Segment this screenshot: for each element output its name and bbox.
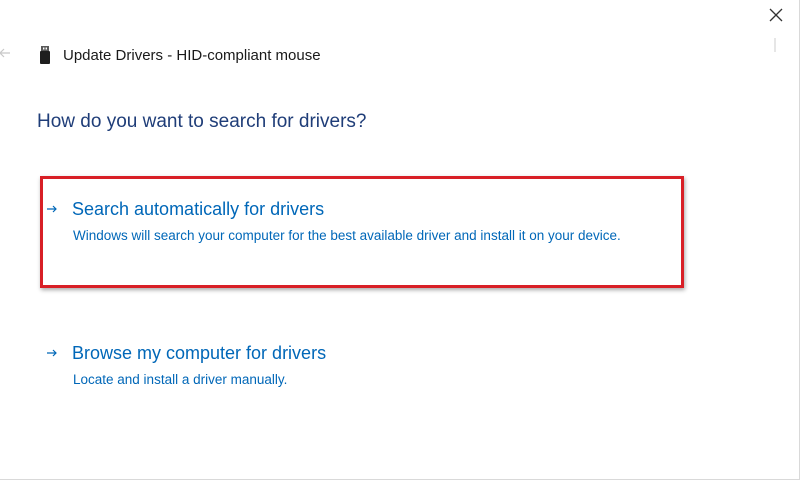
close-button[interactable]	[761, 2, 791, 28]
search-automatically-title[interactable]: Search automatically for drivers	[72, 199, 324, 220]
search-automatically-description: Windows will search your computer for th…	[73, 228, 621, 243]
back-button[interactable]	[0, 44, 12, 62]
scroll-indicator[interactable]	[774, 38, 777, 52]
window-title: Update Drivers - HID-compliant mouse	[63, 46, 321, 64]
close-icon	[769, 8, 783, 22]
page-heading: How do you want to search for drivers?	[37, 111, 367, 132]
back-arrow-icon	[0, 48, 10, 58]
arrow-right-icon	[46, 203, 58, 215]
search-automatically-option[interactable]: Search automatically for drivers Windows…	[46, 197, 673, 246]
update-drivers-dialog: Update Drivers - HID-compliant mouse How…	[0, 0, 800, 480]
title-bar: Update Drivers - HID-compliant mouse	[38, 44, 321, 66]
browse-computer-description: Locate and install a driver manually.	[73, 372, 288, 387]
arrow-right-icon	[46, 347, 58, 359]
usb-device-icon	[38, 45, 52, 65]
browse-computer-option[interactable]: Browse my computer for drivers Locate an…	[46, 341, 673, 390]
browse-computer-title[interactable]: Browse my computer for drivers	[72, 343, 326, 364]
